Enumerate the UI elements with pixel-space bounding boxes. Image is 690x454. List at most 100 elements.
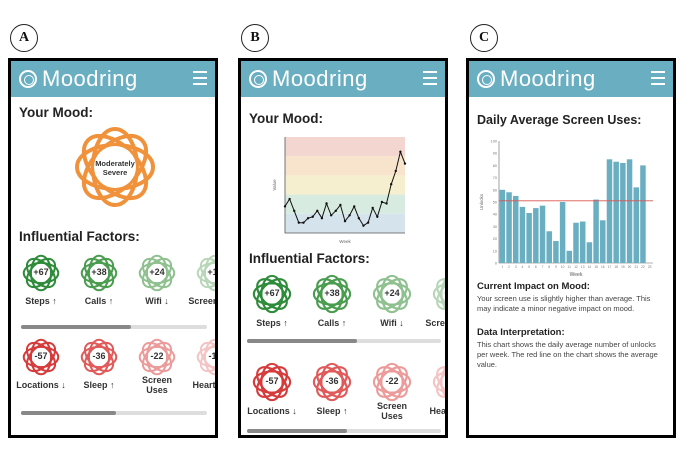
screen-use-bar — [613, 161, 619, 263]
screen-use-bar — [573, 222, 579, 263]
mood-point — [380, 200, 384, 204]
mood-point — [357, 217, 361, 220]
factor-label: Steps ↑ — [25, 296, 57, 306]
factor-value: -36 — [325, 376, 339, 386]
positive-factor-ring[interactable]: +38 — [79, 253, 119, 293]
moodring-logo-icon — [249, 70, 267, 88]
mood-point — [385, 202, 388, 205]
menu-icon[interactable] — [423, 71, 437, 85]
factor-label: Wifi ↓ — [380, 318, 404, 328]
negative-factor-ring[interactable]: -57 — [251, 361, 293, 403]
negative-factor-ring[interactable]: -18 — [195, 337, 217, 377]
x-tick-label: 5 — [528, 265, 530, 269]
mood-point — [306, 217, 310, 220]
factor-label: Screen Time — [188, 296, 218, 306]
app-title: Moodring — [42, 66, 138, 91]
mood-point — [371, 206, 374, 210]
panel-label-b: B — [241, 24, 269, 52]
negative-factor-ring[interactable]: -36 — [311, 361, 353, 403]
mood-point — [288, 197, 291, 201]
factor-value: +67 — [33, 267, 49, 277]
factor-label: Screen Uses — [376, 401, 408, 421]
x-tick-label: 17 — [608, 265, 612, 269]
factor-label: Sleep ↑ — [83, 380, 115, 390]
negative-factor-ring[interactable]: -22 — [137, 337, 177, 377]
mood-point — [320, 217, 324, 220]
factor-label: Screen Time — [425, 318, 445, 328]
x-tick-label: 12 — [574, 265, 578, 269]
y-tick-label: 20 — [493, 237, 497, 241]
screen-use-bar — [566, 250, 573, 263]
screen-uses-bar-chart: 01020304050607080901001 2 3 4 5 6 7 8 9 10 11 12 13 1… — [479, 140, 653, 277]
negative-factors-scrollbar[interactable] — [247, 429, 441, 433]
influential-factors-title: Influential Factors: — [249, 251, 370, 266]
factor-value: -57 — [265, 376, 279, 386]
screen-use-bar — [606, 159, 613, 263]
x-tick-label: 18 — [614, 265, 618, 269]
negative-factor-ring[interactable]: -36 — [79, 337, 119, 377]
negative-factor-ring[interactable]: -18 — [431, 361, 445, 403]
factor-label: Calls ↑ — [84, 296, 114, 306]
positive-factors-scrollbar[interactable] — [247, 339, 441, 343]
mood-point — [343, 219, 347, 223]
factor-label: Locations ↓ — [247, 406, 297, 416]
mood-point — [376, 215, 379, 218]
y-tick-label: 30 — [493, 225, 497, 229]
positive-factor-ring[interactable]: +18 — [431, 273, 445, 315]
factor-value: -18 — [208, 351, 217, 361]
mood-band — [285, 156, 405, 176]
x-tick-label: 6 — [535, 265, 537, 269]
x-tick-label: 23 — [648, 265, 652, 269]
positive-factor-ring[interactable]: +24 — [371, 273, 413, 315]
positive-factors-scrollbar[interactable] — [21, 325, 207, 329]
factor-label: Wifi ↓ — [145, 296, 169, 306]
positive-factor-ring[interactable]: +67 — [251, 273, 293, 315]
screen-use-bar — [546, 231, 552, 263]
factor-label: Steps ↑ — [256, 318, 288, 328]
factor-value: -57 — [34, 351, 48, 361]
mood-point — [283, 205, 287, 208]
x-tick-label: 1 — [501, 265, 503, 269]
moodring-logo-icon — [19, 70, 37, 88]
factor-label: Heart Rate — [429, 406, 446, 416]
mood-point — [334, 209, 337, 213]
screen-use-bar — [620, 162, 626, 263]
factor-value: +38 — [324, 288, 340, 298]
y-tick-label: 70 — [493, 176, 497, 180]
mood-point — [399, 150, 402, 153]
app-title: Moodring — [272, 66, 368, 91]
screen-use-bar — [559, 202, 566, 263]
x-tick-label: 20 — [628, 265, 632, 269]
app-header: Moodring — [469, 61, 673, 97]
negative-factors-scrollbar[interactable] — [21, 411, 207, 415]
positive-factor-ring[interactable]: +24 — [137, 253, 177, 293]
menu-icon[interactable] — [193, 71, 207, 85]
positive-factor-ring[interactable]: +67 — [21, 253, 61, 293]
factor-value: +67 — [264, 288, 280, 298]
screen-use-bar — [593, 199, 599, 263]
screen-use-bar — [519, 206, 526, 263]
positive-factor-ring[interactable]: +38 — [311, 273, 353, 315]
mood-point — [316, 209, 319, 213]
x-tick-label: 21 — [634, 265, 638, 269]
mood-point — [366, 221, 370, 224]
factor-value: +18 — [431, 288, 445, 298]
positive-factor-ring[interactable]: +18 — [195, 253, 215, 293]
mood-point — [403, 162, 407, 165]
y-tick-label: 50 — [493, 201, 497, 205]
mood-point — [325, 202, 328, 205]
negative-factor-ring[interactable]: -22 — [371, 361, 413, 403]
factor-value: -36 — [92, 351, 106, 361]
x-tick-label: 2 — [508, 265, 510, 269]
mood-state-label: Moderately Severe — [95, 159, 135, 177]
negative-factor-ring[interactable]: -57 — [21, 337, 61, 377]
factor-value: +38 — [91, 267, 107, 277]
phone-screen-c: Moodring Daily Average Screen Uses: 0 10 2… — [466, 58, 676, 438]
mood-point — [311, 215, 314, 218]
y-tick-label: 60 — [493, 188, 497, 192]
x-axis-label: Week — [339, 239, 351, 244]
screen-use-bar — [533, 208, 539, 263]
y-tick-label: 40 — [493, 213, 497, 217]
phone-screen-b: Moodring Your Mood: Value Week Influentia… — [238, 58, 448, 438]
menu-icon[interactable] — [651, 71, 665, 85]
